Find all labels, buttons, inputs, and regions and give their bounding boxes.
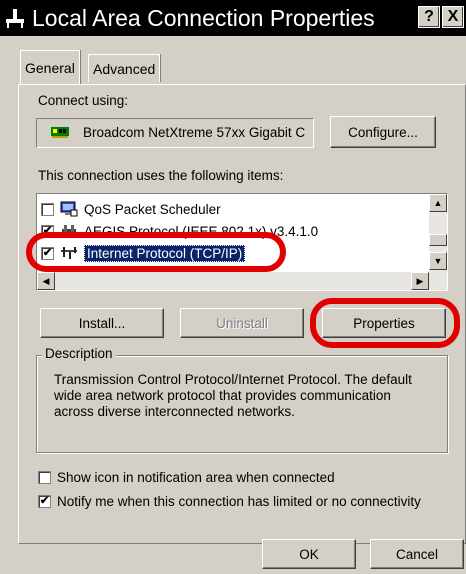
- notify-option[interactable]: ✔ Notify me when this connection has lim…: [38, 494, 421, 509]
- item-checkbox[interactable]: [41, 202, 54, 216]
- notify-label: Notify me when this connection has limit…: [57, 494, 421, 509]
- notify-checkbox[interactable]: ✔: [38, 495, 51, 508]
- adapter-name: Broadcom NetXtreme 57xx Gigabit C: [83, 125, 306, 140]
- install-button-label: Install...: [78, 315, 126, 331]
- title-bar: Local Area Connection Properties ? X: [0, 0, 466, 36]
- adapter-display: Broadcom NetXtreme 57xx Gigabit C: [36, 118, 314, 148]
- scroll-thumb[interactable]: [429, 234, 447, 246]
- items-label: This connection uses the following items…: [38, 168, 284, 183]
- show-icon-label: Show icon in notification area when conn…: [57, 470, 335, 485]
- scroll-up-icon[interactable]: ▲: [429, 194, 447, 212]
- network-adapter-icon: [51, 125, 69, 139]
- tab-general[interactable]: General: [20, 50, 80, 84]
- description-label: Description: [42, 346, 116, 361]
- install-button[interactable]: Install...: [40, 308, 164, 338]
- uninstall-button[interactable]: Uninstall: [180, 308, 304, 338]
- item-label: QoS Packet Scheduler: [84, 201, 221, 217]
- annotation-highlight-properties: [310, 298, 460, 348]
- scroll-right-icon[interactable]: ▶: [411, 272, 429, 290]
- scheduler-icon: [60, 201, 78, 217]
- horizontal-scrollbar[interactable]: ◀ ▶: [37, 272, 447, 290]
- help-button[interactable]: ?: [418, 6, 440, 28]
- configure-button-label: Configure...: [348, 124, 418, 140]
- list-item[interactable]: QoS Packet Scheduler: [41, 198, 221, 220]
- scroll-left-icon[interactable]: ◀: [37, 272, 55, 290]
- cancel-button-label: Cancel: [395, 546, 439, 562]
- close-button[interactable]: X: [442, 6, 464, 28]
- ok-button[interactable]: OK: [262, 539, 356, 569]
- configure-button[interactable]: Configure...: [330, 116, 436, 148]
- connect-using-label: Connect using:: [38, 93, 129, 108]
- network-connection-icon: [4, 7, 26, 29]
- uninstall-button-label: Uninstall: [216, 315, 268, 331]
- tab-advanced[interactable]: Advanced: [88, 54, 161, 82]
- scroll-down-icon[interactable]: ▼: [429, 252, 447, 270]
- description-text: Transmission Control Protocol/Internet P…: [54, 372, 412, 419]
- ok-button-label: OK: [299, 546, 319, 562]
- show-icon-checkbox[interactable]: [38, 471, 51, 484]
- window-title: Local Area Connection Properties: [32, 4, 375, 31]
- vertical-scrollbar[interactable]: ▲ ▼: [429, 194, 447, 272]
- show-icon-option[interactable]: Show icon in notification area when conn…: [38, 470, 335, 485]
- cancel-button[interactable]: Cancel: [370, 539, 464, 569]
- annotation-highlight-tcpip: [26, 232, 286, 272]
